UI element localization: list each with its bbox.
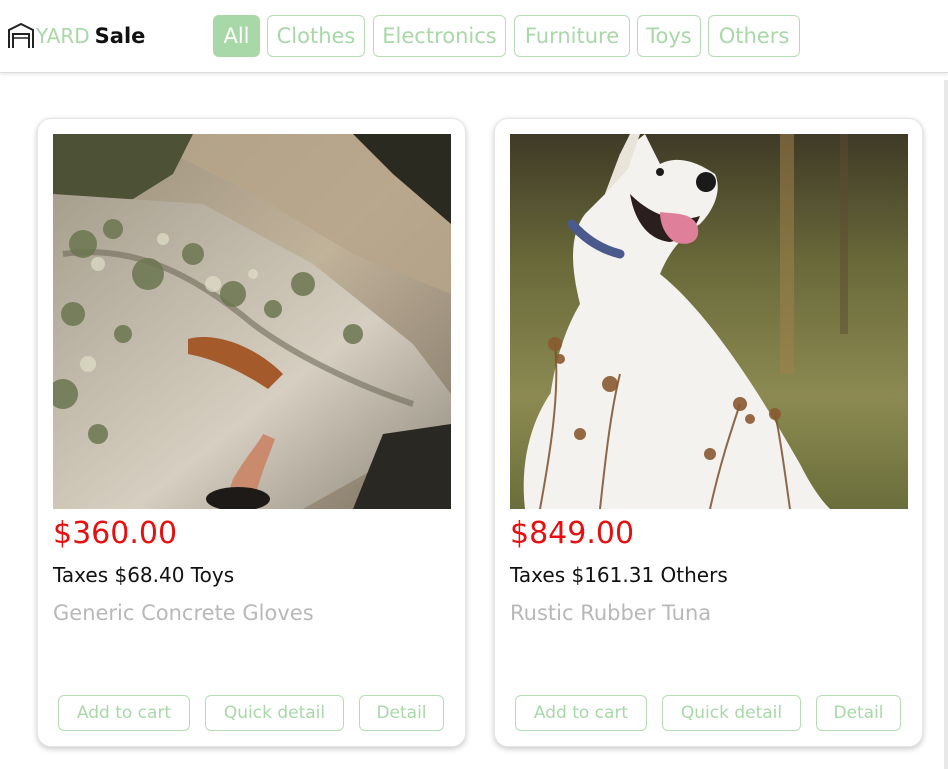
detail-button[interactable]: Detail [816, 695, 901, 731]
product-name[interactable]: Generic Concrete Gloves [53, 601, 314, 625]
filter-others[interactable]: Others [708, 15, 800, 57]
logo-suffix: Sale [94, 24, 146, 48]
filter-toys[interactable]: Toys [637, 15, 701, 57]
add-to-cart-button[interactable]: Add to cart [58, 695, 190, 731]
garage-icon [8, 23, 34, 48]
quick-detail-button[interactable]: Quick detail [662, 695, 801, 731]
next-card-edge [944, 80, 948, 769]
white-dog-photo [510, 134, 908, 509]
product-card: $849.00 Taxes $161.31 Others Rustic Rubb… [494, 118, 923, 747]
filter-electronics[interactable]: Electronics [373, 15, 506, 57]
product-price: $360.00 [53, 516, 178, 551]
detail-button[interactable]: Detail [359, 695, 444, 731]
add-to-cart-button[interactable]: Add to cart [515, 695, 647, 731]
quick-detail-button[interactable]: Quick detail [205, 695, 344, 731]
top-navbar: YARD Sale All Clothes Electronics Furnit… [0, 0, 948, 73]
product-price: $849.00 [510, 516, 635, 551]
filter-all[interactable]: All [213, 15, 260, 57]
rock-climber-photo [53, 134, 451, 509]
product-taxes: Taxes $161.31 Others [510, 563, 728, 587]
product-name[interactable]: Rustic Rubber Tuna [510, 601, 711, 625]
product-image[interactable] [53, 134, 451, 509]
filter-clothes[interactable]: Clothes [267, 15, 365, 57]
product-image[interactable] [510, 134, 908, 509]
product-taxes: Taxes $68.40 Toys [53, 563, 235, 587]
logo[interactable]: YARD Sale [7, 22, 145, 50]
product-card: $360.00 Taxes $68.40 Toys Generic Concre… [37, 118, 466, 747]
logo-brand: YARD [36, 24, 90, 48]
filter-furniture[interactable]: Furniture [514, 15, 630, 57]
